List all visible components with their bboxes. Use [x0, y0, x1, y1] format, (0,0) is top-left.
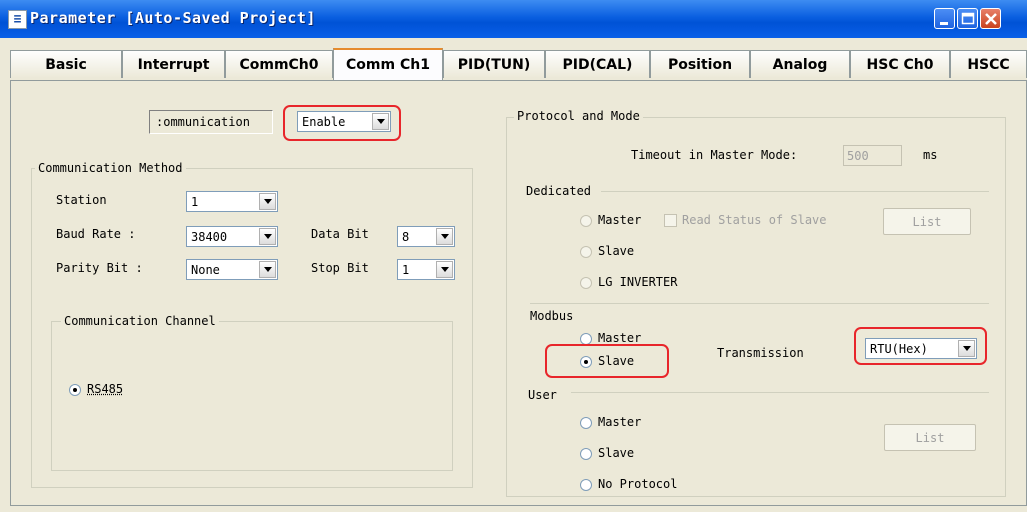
- dedicated-master-label: Master: [598, 213, 642, 227]
- modbus-title: Modbus: [530, 309, 574, 323]
- tab-interrupt[interactable]: Interrupt: [122, 50, 225, 78]
- chevron-down-icon[interactable]: [259, 193, 276, 210]
- minimize-button[interactable]: [934, 8, 955, 29]
- window-title: Parameter [Auto-Saved Project]: [30, 9, 316, 27]
- modbus-divider: [530, 303, 989, 304]
- tab-analog[interactable]: Analog: [750, 50, 850, 78]
- read-status-label: Read Status of Slave: [682, 213, 827, 227]
- parameter-window: ≡ Parameter [Auto-Saved Project] Basic I…: [0, 0, 1027, 512]
- parity-bit-label: Parity Bit :: [56, 261, 143, 275]
- no-protocol-label: No Protocol: [598, 477, 678, 491]
- highlight-modbus-slave: [545, 344, 669, 378]
- user-title: User: [528, 388, 557, 402]
- tab-pid-cal[interactable]: PID(CAL): [545, 50, 650, 78]
- read-status-checkbox[interactable]: [664, 214, 677, 227]
- stop-bit-value: 1: [402, 262, 410, 277]
- chevron-down-icon[interactable]: [436, 228, 453, 245]
- station-value: 1: [191, 194, 199, 209]
- parity-bit-select[interactable]: None: [186, 259, 278, 280]
- rs485-label: RS485: [87, 382, 124, 396]
- close-button[interactable]: [980, 8, 1001, 29]
- lg-inverter-label: LG INVERTER: [598, 275, 678, 289]
- modbus-master-label: Master: [598, 331, 642, 345]
- baud-rate-select[interactable]: 38400: [186, 226, 278, 247]
- user-slave-label: Slave: [598, 446, 635, 460]
- timeout-label: Timeout in Master Mode:: [631, 148, 798, 162]
- dedicated-divider: [601, 191, 989, 192]
- rs485-radio[interactable]: [69, 384, 81, 396]
- maximize-button[interactable]: [957, 8, 978, 29]
- data-bit-label: Data Bit: [311, 227, 369, 241]
- user-list-button[interactable]: List: [884, 424, 976, 451]
- dedicated-slave-radio[interactable]: [580, 246, 592, 258]
- title-bar[interactable]: ≡ Parameter [Auto-Saved Project]: [0, 0, 1027, 38]
- dedicated-title: Dedicated: [526, 184, 592, 198]
- communication-channel-title: Communication Channel: [61, 314, 219, 328]
- chevron-down-icon[interactable]: [259, 261, 276, 278]
- chevron-down-icon[interactable]: [259, 228, 276, 245]
- tab-pid-tun[interactable]: PID(TUN): [443, 50, 545, 78]
- user-slave-radio[interactable]: [580, 448, 592, 460]
- station-label: Station: [56, 193, 107, 207]
- highlight-transmission: [854, 327, 987, 365]
- tab-hscch0[interactable]: HSC Ch0: [850, 50, 950, 78]
- dedicated-list-button[interactable]: List: [883, 208, 971, 235]
- app-icon: ≡: [8, 10, 27, 29]
- data-bit-select[interactable]: 8: [397, 226, 455, 247]
- parity-bit-value: None: [191, 262, 220, 277]
- tab-basic[interactable]: Basic: [10, 50, 122, 78]
- protocol-mode-title: Protocol and Mode: [514, 109, 643, 123]
- lg-inverter-radio[interactable]: [580, 277, 592, 289]
- communication-channel-group: [51, 321, 453, 471]
- settings-panel: :ommunication Enable Communication Metho…: [10, 80, 1027, 506]
- timeout-unit: ms: [923, 148, 938, 162]
- baud-rate-value: 38400: [191, 229, 228, 244]
- user-divider: [571, 392, 989, 393]
- stop-bit-label: Stop Bit: [311, 261, 369, 275]
- tab-position[interactable]: Position: [650, 50, 750, 78]
- chevron-down-icon[interactable]: [436, 261, 453, 278]
- tab-hscc[interactable]: HSCC: [950, 50, 1027, 78]
- stop-bit-select[interactable]: 1: [397, 259, 455, 280]
- dedicated-slave-label: Slave: [598, 244, 635, 258]
- user-master-radio[interactable]: [580, 417, 592, 429]
- no-protocol-radio[interactable]: [580, 479, 592, 491]
- baud-rate-label: Baud Rate :: [56, 227, 136, 241]
- timeout-input[interactable]: 500: [843, 145, 902, 166]
- communication-method-title: Communication Method: [35, 161, 186, 175]
- highlight-communication: [283, 105, 401, 141]
- station-select[interactable]: 1: [186, 191, 278, 212]
- dedicated-master-radio[interactable]: [580, 215, 592, 227]
- data-bit-value: 8: [402, 229, 410, 244]
- tab-strip: Basic Interrupt CommCh0 Comm Ch1 PID(TUN…: [10, 48, 1027, 80]
- transmission-label: Transmission: [717, 346, 804, 360]
- tab-commch1[interactable]: Comm Ch1: [333, 48, 443, 80]
- tab-commch0[interactable]: CommCh0: [225, 50, 333, 78]
- user-master-label: Master: [598, 415, 642, 429]
- communication-label: :ommunication: [149, 110, 273, 134]
